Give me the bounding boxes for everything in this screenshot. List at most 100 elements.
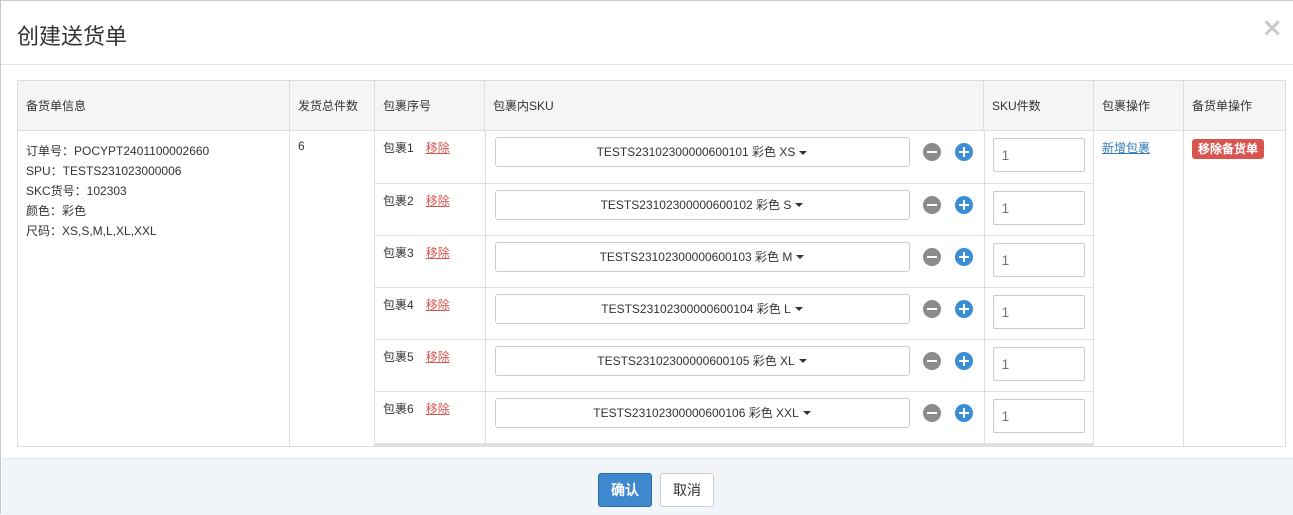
- caret-down-icon: [796, 255, 805, 260]
- table-row: 订单号：POCYPT2401100002660 SPU：TESTS2310230…: [17, 130, 1286, 447]
- package-no-cell: 包裹4 移除: [375, 286, 486, 340]
- header-package-no: 包裹序号: [374, 80, 485, 131]
- package-ops-cell: 新增包裹: [1093, 130, 1184, 447]
- package-label: 包裹5: [383, 349, 414, 364]
- order-info-cell: 订单号：POCYPT2401100002660 SPU：TESTS2310230…: [17, 130, 290, 447]
- remove-package-link[interactable]: 移除: [426, 350, 450, 364]
- sku-select-value: TESTS23102300000600101 彩色 XS: [596, 145, 796, 159]
- package-label: 包裹6: [383, 401, 414, 416]
- sku-qty-input[interactable]: [992, 294, 1085, 329]
- package-no-cell: 包裹5 移除: [375, 338, 486, 392]
- packages-table: 包裹1 移除 TESTS23102300000600101 彩色 XS 包裹2 移除 TE…: [375, 131, 1094, 446]
- modal-body: 备货单信息 发货总件数 包裹序号 包裹内SKU SKU件数 包裹操作 备货单操作…: [17, 80, 1286, 447]
- header-order-info: 备货单信息: [17, 80, 290, 131]
- sku-select[interactable]: TESTS23102300000600105 彩色 XL: [494, 345, 910, 376]
- sku-select[interactable]: TESTS23102300000600106 彩色 XXL: [494, 397, 910, 428]
- sku-qty-input[interactable]: [992, 190, 1085, 225]
- package-label: 包裹4: [383, 297, 414, 312]
- sku-select[interactable]: TESTS23102300000600103 彩色 M: [494, 241, 910, 272]
- remove-package-link[interactable]: 移除: [426, 246, 450, 260]
- table-header-row: 备货单信息 发货总件数 包裹序号 包裹内SKU SKU件数 包裹操作 备货单操作: [17, 80, 1286, 131]
- size-value: 尺码：XS,S,M,L,XL,XXL: [26, 224, 157, 238]
- remove-package-link[interactable]: 移除: [426, 194, 450, 208]
- plus-circle-icon[interactable]: [954, 299, 973, 318]
- package-row: 包裹4 移除 TESTS23102300000600104 彩色 L: [375, 286, 1094, 340]
- packages-cell: 包裹1 移除 TESTS23102300000600101 彩色 XS 包裹2 移除 TE…: [374, 130, 1094, 447]
- package-row: 包裹3 移除 TESTS23102300000600103 彩色 M: [375, 234, 1094, 288]
- sku-qty-input[interactable]: [992, 138, 1085, 172]
- remove-package-link[interactable]: 移除: [426, 298, 450, 312]
- add-package-link[interactable]: 新增包裹: [1102, 141, 1150, 155]
- package-sku-cell: TESTS23102300000600102 彩色 S: [484, 182, 985, 236]
- package-label: 包裹3: [383, 245, 414, 260]
- minus-circle-icon[interactable]: [922, 247, 941, 266]
- skc-value: SKC货号：102303: [26, 184, 127, 198]
- package-no-cell: 包裹6 移除: [375, 390, 486, 446]
- delivery-table: 备货单信息 发货总件数 包裹序号 包裹内SKU SKU件数 包裹操作 备货单操作…: [17, 80, 1286, 447]
- remove-order-button[interactable]: 移除备货单: [1192, 139, 1265, 159]
- confirm-button[interactable]: 确认: [598, 473, 652, 507]
- minus-circle-icon[interactable]: [922, 195, 941, 214]
- order-ops-cell: 移除备货单: [1183, 130, 1286, 447]
- modal-header: 创建送货单 ×: [1, 1, 1293, 65]
- header-order-ops: 备货单操作: [1183, 80, 1286, 131]
- header-package-ops: 包裹操作: [1093, 80, 1184, 131]
- modal-title: 创建送货单: [17, 24, 128, 49]
- minus-circle-icon[interactable]: [922, 351, 941, 370]
- package-sku-cell: TESTS23102300000600103 彩色 M: [484, 234, 985, 288]
- modal-footer: 确认 取消: [2, 458, 1293, 515]
- plus-circle-icon[interactable]: [954, 403, 973, 422]
- plus-circle-icon[interactable]: [954, 351, 973, 370]
- sku-qty-input[interactable]: [992, 398, 1085, 433]
- header-sku-qty: SKU件数: [983, 80, 1094, 131]
- sku-qty-cell: [983, 182, 1094, 236]
- total-qty-cell: 6: [289, 130, 375, 447]
- sku-select-value: TESTS23102300000600106 彩色 XXL: [593, 405, 799, 420]
- sku-qty-cell: [983, 286, 1094, 340]
- caret-down-icon: [794, 307, 803, 312]
- sku-select[interactable]: TESTS23102300000600102 彩色 S: [494, 189, 910, 220]
- minus-circle-icon[interactable]: [922, 299, 941, 318]
- sku-qty-cell: [983, 390, 1094, 446]
- order-number: 订单号：POCYPT2401100002660: [26, 144, 210, 158]
- close-icon[interactable]: ×: [1261, 15, 1283, 41]
- plus-circle-icon[interactable]: [954, 195, 973, 214]
- minus-circle-icon[interactable]: [922, 403, 941, 422]
- package-row: 包裹1 移除 TESTS23102300000600101 彩色 XS: [375, 131, 1094, 184]
- caret-down-icon: [802, 411, 811, 416]
- remove-package-link[interactable]: 移除: [426, 402, 450, 416]
- color-value: 颜色：彩色: [26, 204, 87, 218]
- caret-down-icon: [799, 150, 808, 155]
- sku-select-value: TESTS23102300000600104 彩色 L: [601, 301, 791, 316]
- package-sku-cell: TESTS23102300000600101 彩色 XS: [484, 131, 985, 184]
- package-row: 包裹6 移除 TESTS23102300000600106 彩色 XXL: [375, 390, 1094, 446]
- sku-select[interactable]: TESTS23102300000600104 彩色 L: [494, 293, 910, 324]
- caret-down-icon: [798, 359, 807, 364]
- minus-circle-icon[interactable]: [922, 143, 941, 161]
- plus-circle-icon[interactable]: [954, 247, 973, 266]
- cancel-button[interactable]: 取消: [660, 473, 714, 507]
- sku-qty-input[interactable]: [992, 346, 1085, 381]
- sku-select-value: TESTS23102300000600103 彩色 M: [599, 249, 793, 264]
- create-delivery-modal: 创建送货单 × 备货单信息 发货总件数 包裹序号 包裹内SKU SKU件数 包裹…: [0, 0, 1293, 515]
- package-row: 包裹5 移除 TESTS23102300000600105 彩色 XL: [375, 338, 1094, 392]
- package-no-cell: 包裹3 移除: [375, 234, 486, 288]
- package-no-cell: 包裹2 移除: [375, 182, 486, 236]
- sku-qty-input[interactable]: [992, 242, 1085, 277]
- plus-circle-icon[interactable]: [954, 143, 973, 161]
- sku-qty-cell: [983, 234, 1094, 288]
- package-sku-cell: TESTS23102300000600106 彩色 XXL: [484, 390, 985, 446]
- remove-package-link[interactable]: 移除: [426, 141, 450, 155]
- header-package-sku: 包裹内SKU: [484, 80, 984, 131]
- sku-select[interactable]: TESTS23102300000600101 彩色 XS: [494, 137, 910, 167]
- spu-value: SPU：TESTS231023000006: [26, 164, 182, 178]
- sku-select-value: TESTS23102300000600105 彩色 XL: [597, 353, 795, 368]
- package-sku-cell: TESTS23102300000600104 彩色 L: [484, 286, 985, 340]
- caret-down-icon: [795, 203, 804, 208]
- sku-select-value: TESTS23102300000600102 彩色 S: [600, 197, 792, 212]
- package-no-cell: 包裹1 移除: [375, 131, 486, 184]
- header-total-qty: 发货总件数: [289, 80, 375, 131]
- package-label: 包裹1: [383, 141, 414, 155]
- package-row: 包裹2 移除 TESTS23102300000600102 彩色 S: [375, 182, 1094, 236]
- sku-qty-cell: [983, 338, 1094, 392]
